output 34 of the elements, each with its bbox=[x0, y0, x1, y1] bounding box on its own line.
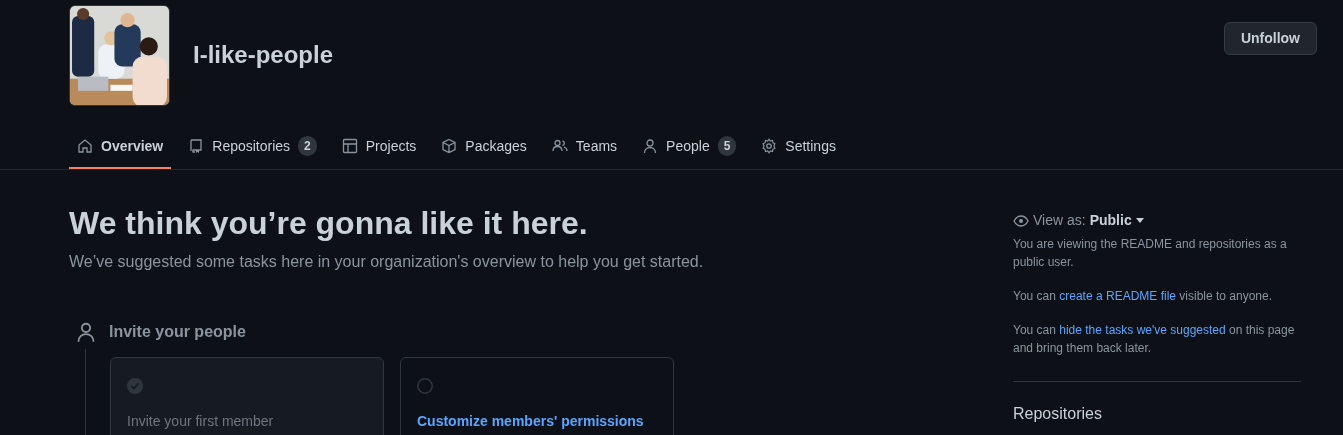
eye-icon bbox=[1013, 212, 1029, 229]
nav-tab[interactable]: Packages bbox=[433, 125, 535, 169]
text-link[interactable]: create a README file bbox=[1059, 289, 1176, 303]
caret-icon bbox=[1135, 218, 1144, 223]
view-as-label: View as: bbox=[1033, 211, 1086, 230]
box-icon bbox=[441, 138, 458, 154]
nav-tab[interactable]: Overview bbox=[69, 125, 172, 169]
info-text: You can create a README file visible to anyone. bbox=[1013, 288, 1274, 305]
page-subtitle: We’ve suggested some tasks here in your organization's overview to help you get started. bbox=[69, 252, 704, 273]
section-title: Invite your people bbox=[109, 322, 246, 343]
nav-tab[interactable]: People 5 bbox=[634, 125, 745, 169]
nav-tab[interactable]: Teams bbox=[543, 125, 626, 169]
info-text: You can hide the tasks we've suggested on this page and bring them back later. bbox=[1013, 322, 1296, 357]
nav-tab[interactable]: Repositories 2 bbox=[180, 125, 325, 169]
task-link[interactable]: Customize members' permissions bbox=[417, 412, 657, 431]
info-text: You are viewing the README and repositories as a public user. bbox=[1013, 236, 1288, 271]
unfollow-button[interactable]: Unfollow bbox=[1223, 22, 1317, 55]
repositories-heading: Repositories bbox=[1013, 404, 1103, 424]
home-icon bbox=[77, 138, 93, 154]
task-title: Invite your first member bbox=[127, 412, 275, 431]
settings-icon bbox=[761, 138, 778, 154]
nav-tab[interactable]: Projects bbox=[333, 125, 425, 169]
view-as-dropdown[interactable]: Public bbox=[1089, 210, 1144, 231]
person-icon bbox=[75, 321, 97, 344]
people-icon bbox=[551, 138, 568, 154]
organization-name: I-like-people bbox=[193, 40, 334, 70]
table-icon bbox=[341, 138, 358, 154]
count-badge: 5 bbox=[717, 136, 737, 156]
book-icon bbox=[188, 138, 205, 154]
text-link[interactable]: hide the tasks we've suggested bbox=[1059, 323, 1226, 337]
person-icon bbox=[642, 138, 659, 154]
page-heading: We think you’re gonna like it here. bbox=[69, 204, 589, 243]
count-badge: 2 bbox=[298, 136, 317, 156]
nav-tab[interactable]: Settings bbox=[753, 125, 844, 169]
